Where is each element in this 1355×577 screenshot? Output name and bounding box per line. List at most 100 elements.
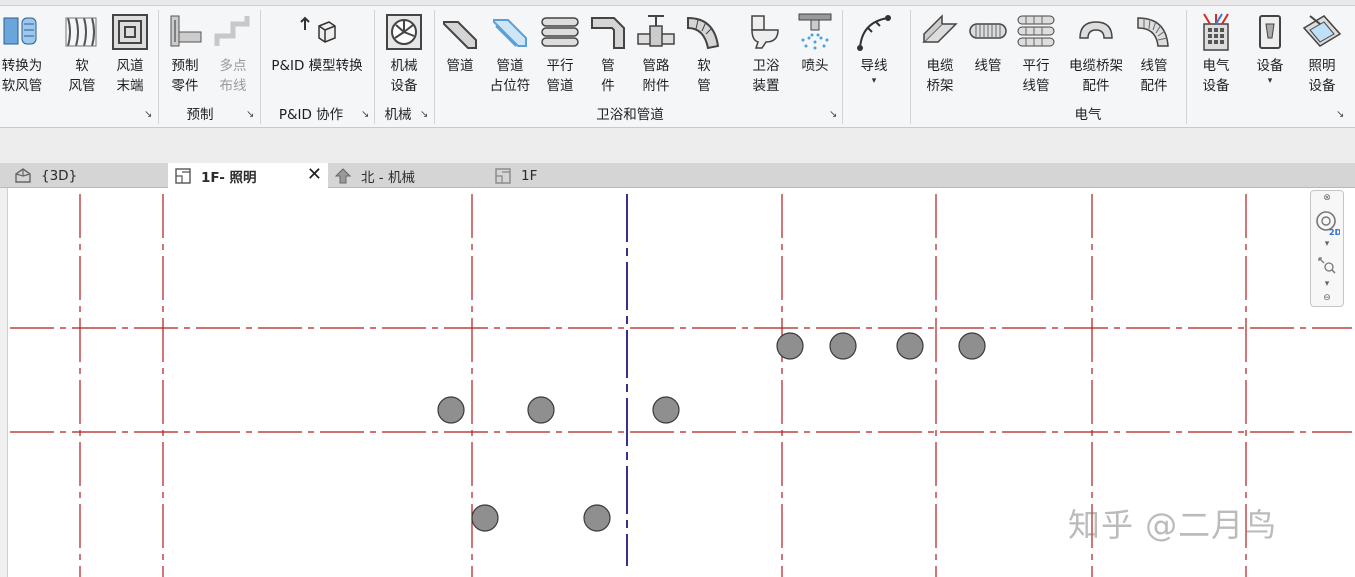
panel-title-mechanical: 机械 [384, 107, 412, 123]
pid-model-convert-icon [295, 10, 339, 54]
mechanical-equipment-label: 机械 设备 [390, 58, 418, 94]
3d-view-icon [14, 167, 32, 185]
parallel-conduits-label: 平行 线管 [1022, 58, 1050, 94]
lighting-fixture-symbol[interactable] [896, 332, 924, 360]
lighting-fixture-symbol[interactable] [829, 332, 857, 360]
navbar-options-icon[interactable]: ⊖ [1311, 293, 1343, 303]
air-terminal-button[interactable]: 风道 末端 [108, 10, 152, 104]
multipoint-routing-button[interactable]: 多点 布线 [211, 10, 255, 104]
pipe-placeholder-button[interactable]: 管道 占位符 [488, 10, 532, 104]
flex-duct-icon [60, 10, 104, 54]
convert-flex-duct-button[interactable]: 转换为 软风管 [0, 10, 48, 104]
hvac-panel-launcher-icon[interactable]: ↘ [144, 110, 152, 120]
zoom-dropdown-icon[interactable]: ▾ [1311, 279, 1343, 289]
panel-separator [434, 10, 435, 124]
lighting-fixture-symbol[interactable] [471, 504, 499, 532]
air-terminal-icon [108, 10, 152, 54]
pipe-placeholder-label: 管道 占位符 [489, 58, 531, 94]
plumbing-fixture-button[interactable]: 卫浴 装置 [744, 10, 788, 104]
flex-pipe-icon [682, 10, 726, 54]
parallel-pipes-button[interactable]: 平行 管道 [538, 10, 582, 104]
left-edge-bar [0, 188, 8, 577]
steering-wheel-dropdown-icon[interactable]: ▾ [1311, 239, 1343, 249]
plumbing-panel-launcher-icon[interactable]: ↘ [829, 110, 837, 120]
sprinkler-button[interactable]: 喷头 [793, 10, 837, 104]
conduit-button[interactable]: 线管 [966, 10, 1010, 104]
wire-dropdown-icon[interactable]: ▾ [872, 76, 877, 86]
conduit-label: 线管 [974, 58, 1002, 74]
lighting-fixture-symbol[interactable] [527, 396, 555, 424]
navigation-bar: ⊗ 2D ▾ ▾ ⊖ [1310, 190, 1344, 307]
view-tab-label: 北 - 机械 [361, 169, 415, 186]
view-tab-label: {3D} [41, 167, 78, 184]
conduit-icon [966, 10, 1010, 54]
pipe-placeholder-icon [488, 10, 532, 54]
panel-title-pid: P&ID 协作 [278, 107, 344, 123]
lighting-fixture-symbol[interactable] [437, 396, 465, 424]
fabrication-panel-launcher-icon[interactable]: ↘ [246, 110, 254, 120]
pipe-label: 管道 [446, 58, 474, 74]
wire-icon [852, 10, 896, 54]
pipe-accessory-label: 管路 附件 [642, 58, 670, 94]
plumbing-fixture-label: 卫浴 装置 [752, 58, 780, 94]
pid-model-convert-label: P&ID 模型转换 [271, 58, 363, 74]
panel-separator [260, 10, 261, 124]
plumbing-fixture-icon [744, 10, 788, 54]
device-button[interactable]: 设备 ▾ [1248, 10, 1292, 104]
view-tab-1f[interactable]: 1F [494, 163, 644, 188]
flex-duct-button[interactable]: 软 风管 [60, 10, 104, 104]
zoom-region-icon[interactable] [1311, 255, 1343, 275]
multipoint-routing-icon [211, 10, 255, 54]
mechanical-panel-launcher-icon[interactable]: ↘ [420, 110, 428, 120]
flex-pipe-label: 软 管 [697, 58, 711, 94]
panel-separator [158, 10, 159, 124]
wheel-badge: 2D [1329, 228, 1340, 237]
mechanical-equipment-button[interactable]: 机械 设备 [382, 10, 426, 104]
conduit-fitting-icon [1132, 10, 1176, 54]
lighting-fixture-symbol[interactable] [652, 396, 680, 424]
mechanical-equipment-icon [382, 10, 426, 54]
electrical-equipment-button[interactable]: 电气 设备 [1194, 10, 1238, 104]
ribbon: 转换为 软风管 软 风管 风道 末端 预制 零件 多点 布线 P&ID 模型转换… [0, 6, 1355, 128]
flex-pipe-button[interactable]: 软 管 [682, 10, 726, 104]
fabrication-part-button[interactable]: 预制 零件 [163, 10, 207, 104]
lighting-fixture-button[interactable]: 照明 设备 [1300, 10, 1344, 104]
view-tab-1f-lighting[interactable]: 1F- 照明 ✕ [168, 163, 328, 188]
wire-button[interactable]: 导线 ▾ [852, 10, 896, 104]
electrical-equipment-label: 电气 设备 [1202, 58, 1230, 94]
cable-tray-label: 电缆 桥架 [926, 58, 954, 94]
electrical-panel-launcher-icon[interactable]: ↘ [1336, 110, 1344, 120]
lighting-fixture-symbol[interactable] [958, 332, 986, 360]
cable-tray-fitting-button[interactable]: 电缆桥架 配件 [1063, 10, 1129, 104]
pid-model-convert-button[interactable]: P&ID 模型转换 [264, 10, 370, 104]
steering-wheel-icon[interactable]: 2D [1311, 209, 1343, 239]
navbar-close-icon[interactable]: ⊗ [1311, 193, 1343, 203]
parallel-pipes-label: 平行 管道 [546, 58, 574, 94]
pipe-accessory-button[interactable]: 管路 附件 [634, 10, 678, 104]
panel-title-plumbing: 卫浴和管道 [596, 107, 664, 123]
device-icon [1248, 10, 1292, 54]
lighting-fixture-symbol[interactable] [583, 504, 611, 532]
pid-panel-launcher-icon[interactable]: ↘ [361, 110, 369, 120]
fabrication-part-icon [163, 10, 207, 54]
ribbon-tray [0, 128, 1355, 163]
panel-separator [374, 10, 375, 124]
view-tab-3d[interactable]: {3D} [14, 163, 164, 188]
panel-separator [910, 10, 911, 124]
watermark: 知乎 @二月鸟 [1068, 506, 1278, 544]
conduit-fitting-label: 线管 配件 [1140, 58, 1168, 94]
sprinkler-icon [793, 10, 837, 54]
view-tab-north-mech[interactable]: 北 - 机械 [334, 163, 484, 188]
pipe-button[interactable]: 管道 [438, 10, 482, 104]
conduit-fitting-button[interactable]: 线管 配件 [1132, 10, 1176, 104]
multipoint-routing-label: 多点 布线 [219, 58, 247, 94]
convert-flex-duct-icon [0, 10, 44, 54]
electrical-equipment-icon [1194, 10, 1238, 54]
revit-window: 转换为 软风管 软 风管 风道 末端 预制 零件 多点 布线 P&ID 模型转换… [0, 0, 1355, 577]
device-dropdown-icon[interactable]: ▾ [1268, 76, 1273, 86]
close-icon[interactable]: ✕ [307, 165, 322, 185]
lighting-fixture-symbol[interactable] [776, 332, 804, 360]
parallel-conduits-button[interactable]: 平行 线管 [1014, 10, 1058, 104]
pipe-fitting-button[interactable]: 管 件 [586, 10, 630, 104]
cable-tray-button[interactable]: 电缆 桥架 [918, 10, 962, 104]
